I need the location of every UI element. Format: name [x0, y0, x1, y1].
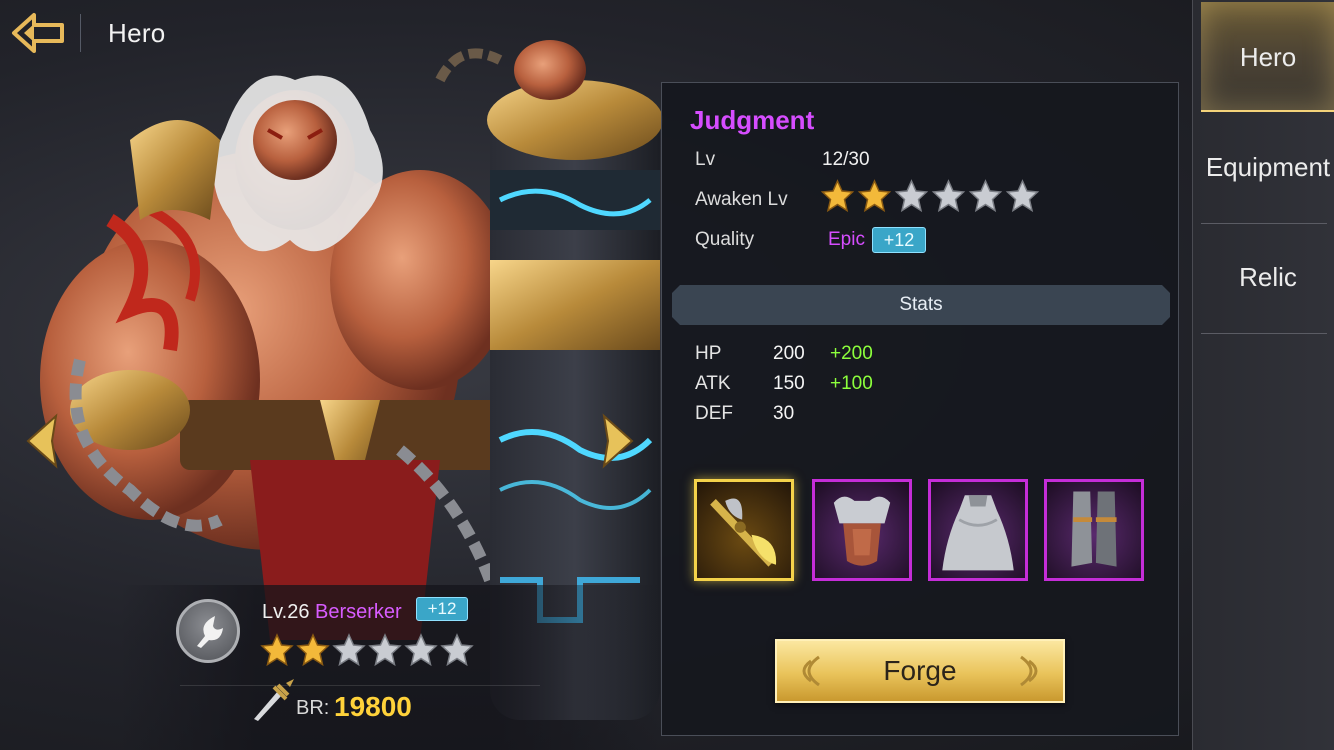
- equipment-slot-cloak[interactable]: [928, 479, 1028, 581]
- stat-value-atk: 150: [773, 373, 805, 394]
- br-value: 19800: [334, 691, 412, 722]
- star-filled-icon: [857, 179, 892, 213]
- blade-icon: [197, 616, 223, 648]
- quality-value: Epic: [828, 229, 865, 250]
- star-empty-icon: [894, 179, 929, 213]
- stats-header: Stats: [672, 285, 1170, 325]
- stat-name-hp: HP: [695, 343, 722, 364]
- equipment-slot-armor[interactable]: [812, 479, 912, 581]
- forge-label: Forge: [883, 655, 957, 686]
- previous-hero-button[interactable]: [22, 412, 60, 470]
- star-filled-icon: [820, 179, 855, 213]
- star-empty-icon: [404, 633, 438, 667]
- weapon-detail-panel: Judgment Lv 12/30 Awaken Lv Quality Epic…: [661, 82, 1179, 736]
- cloak-icon: [942, 495, 1014, 571]
- star-empty-icon: [968, 179, 1003, 213]
- hero-info-divider: [180, 685, 540, 686]
- weapon-axe-icon: [710, 498, 777, 567]
- hero-level-text: Lv.26 Berserker: [262, 601, 402, 624]
- back-arrow-icon: [12, 13, 64, 53]
- page-title: Hero: [108, 18, 166, 48]
- stat-value-def: 30: [773, 403, 795, 424]
- stat-name-atk: ATK: [695, 373, 731, 394]
- quality-label: Quality: [695, 229, 755, 250]
- star-empty-icon: [440, 633, 474, 667]
- stat-name-def: DEF: [695, 403, 733, 424]
- tab-hero-label: Hero: [1239, 42, 1297, 72]
- hero-stars: [260, 633, 474, 667]
- greaves-icon: [1071, 491, 1117, 567]
- equipment-slot-weapon[interactable]: [694, 479, 794, 581]
- star-empty-icon: [1005, 179, 1040, 213]
- star-empty-icon: [931, 179, 966, 213]
- lv-value: 12/30: [822, 149, 870, 170]
- stat-value-hp: 200: [773, 343, 805, 364]
- side-tab-panel: Hero Equipment Relic: [1192, 0, 1334, 750]
- stats-title: Stats: [899, 294, 943, 315]
- weapon-name: Judgment: [690, 105, 815, 135]
- chest-armor-icon: [833, 496, 891, 566]
- chevron-right-icon: [602, 413, 634, 469]
- equipment-slot-greaves[interactable]: [1044, 479, 1144, 581]
- hero-class: Berserker: [315, 601, 402, 623]
- tab-divider: [1201, 333, 1327, 334]
- stat-bonus-atk: +100: [830, 373, 873, 394]
- star-filled-icon: [296, 633, 330, 667]
- lv-label: Lv: [695, 149, 716, 170]
- tab-relic-label: Relic: [1239, 262, 1297, 292]
- quality-plus-badge: +12: [872, 227, 926, 253]
- back-button[interactable]: [10, 8, 66, 58]
- header-bar: Hero: [0, 0, 640, 66]
- star-empty-icon: [368, 633, 402, 667]
- star-filled-icon: [260, 633, 294, 667]
- class-icon: [176, 599, 240, 663]
- chevron-left-icon: [26, 413, 58, 469]
- hero-level: Lv.26: [262, 601, 310, 623]
- star-empty-icon: [332, 633, 366, 667]
- br-label: BR:: [296, 697, 330, 719]
- tab-hero[interactable]: Hero: [1201, 2, 1334, 112]
- hero-plus-badge: +12: [416, 597, 468, 621]
- next-hero-button[interactable]: [600, 412, 638, 470]
- forge-button[interactable]: Forge: [775, 639, 1065, 703]
- tab-equipment-label: Equipment: [1205, 152, 1331, 182]
- tab-relic[interactable]: Relic: [1201, 222, 1334, 332]
- stat-bonus-hp: +200: [830, 343, 873, 364]
- awaken-label: Awaken Lv: [695, 189, 788, 210]
- awaken-stars: [820, 179, 1040, 213]
- hero-info-panel: Lv.26 Berserker +12 BR: 19800: [120, 585, 660, 750]
- header-divider: [80, 14, 81, 52]
- sword-icon: [254, 679, 294, 721]
- tab-equipment[interactable]: Equipment: [1201, 112, 1334, 222]
